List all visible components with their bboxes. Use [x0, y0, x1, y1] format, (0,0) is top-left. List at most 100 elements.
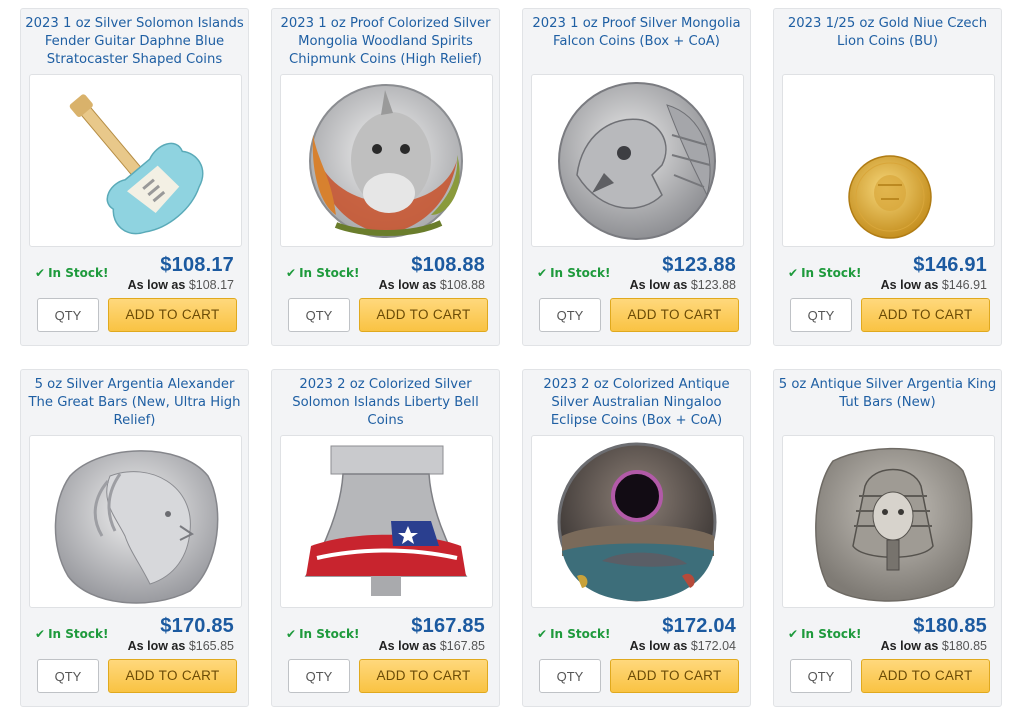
product-image-falcon[interactable]: [531, 74, 744, 247]
add-to-cart-button[interactable]: ADD TO CART: [861, 659, 990, 693]
low-price-value: $123.88: [690, 278, 736, 292]
product-card: 5 oz Silver Argentia Alexander The Great…: [20, 369, 249, 707]
low-price-line: As low as $172.04: [630, 639, 736, 653]
stock-text: In Stock!: [550, 627, 611, 641]
qty-input[interactable]: [288, 659, 350, 693]
qty-input[interactable]: [37, 298, 99, 332]
product-price: $108.17: [160, 254, 234, 276]
stock-text: In Stock!: [48, 266, 109, 280]
product-card: 5 oz Antique Silver Argentia King Tut Ba…: [773, 369, 1002, 707]
product-card: 2023 1 oz Silver Solomon Islands Fender …: [20, 8, 249, 346]
product-title-link[interactable]: 2023 2 oz Colorized Silver Solomon Islan…: [276, 376, 495, 432]
qty-input[interactable]: [790, 659, 852, 693]
product-title-link[interactable]: 5 oz Antique Silver Argentia King Tut Ba…: [778, 376, 997, 432]
low-price-label: As low as: [127, 639, 186, 653]
low-price-line: As low as $146.91: [881, 278, 987, 292]
product-title-link[interactable]: 2023 2 oz Colorized Antique Silver Austr…: [527, 376, 746, 432]
add-to-cart-button[interactable]: ADD TO CART: [359, 298, 488, 332]
product-image-guitar[interactable]: [29, 74, 242, 247]
low-price-value: $146.91: [941, 278, 987, 292]
product-price: $108.88: [411, 254, 485, 276]
low-price-label: As low as: [629, 639, 688, 653]
product-price: $170.85: [160, 615, 234, 637]
product-card: 2023 2 oz Colorized Silver Solomon Islan…: [271, 369, 500, 707]
eclipse-coin-image: [557, 442, 717, 602]
add-to-cart-button[interactable]: ADD TO CART: [108, 659, 237, 693]
product-image-liberty-bell[interactable]: [280, 435, 493, 608]
stock-status: ✔ In Stock!: [537, 266, 610, 280]
low-price-value: $108.88: [439, 278, 485, 292]
qty-input[interactable]: [539, 659, 601, 693]
king-tut-bar-image: [815, 447, 973, 602]
add-to-cart-button[interactable]: ADD TO CART: [610, 659, 739, 693]
product-image-eclipse[interactable]: [531, 435, 744, 608]
check-icon: ✔: [286, 266, 297, 280]
stock-status: ✔ In Stock!: [286, 266, 359, 280]
product-title-link[interactable]: 2023 1/25 oz Gold Niue Czech Lion Coins …: [778, 15, 997, 71]
stock-status: ✔ In Stock!: [35, 266, 108, 280]
add-to-cart-button[interactable]: ADD TO CART: [108, 298, 237, 332]
guitar-coin-image: [69, 94, 204, 235]
stock-status: ✔ In Stock!: [35, 627, 108, 641]
low-price-line: As low as $123.88: [630, 278, 736, 292]
low-price-label: As low as: [629, 278, 688, 292]
product-card: 2023 1/25 oz Gold Niue Czech Lion Coins …: [773, 8, 1002, 346]
product-image-lion[interactable]: [782, 74, 995, 247]
check-icon: ✔: [537, 266, 548, 280]
product-title-link[interactable]: 2023 1 oz Silver Solomon Islands Fender …: [25, 15, 244, 71]
check-icon: ✔: [35, 266, 46, 280]
stock-status: ✔ In Stock!: [537, 627, 610, 641]
low-price-label: As low as: [880, 278, 939, 292]
product-title-link[interactable]: 2023 1 oz Proof Silver Mongolia Falcon C…: [527, 15, 746, 71]
stock-text: In Stock!: [299, 627, 360, 641]
product-grid: 2023 1 oz Silver Solomon Islands Fender …: [0, 0, 1024, 711]
low-price-value: $167.85: [439, 639, 485, 653]
product-card: 2023 1 oz Proof Colorized Silver Mongoli…: [271, 8, 500, 346]
low-price-value: $172.04: [690, 639, 736, 653]
low-price-line: As low as $180.85: [881, 639, 987, 653]
chipmunk-coin-image: [309, 84, 463, 238]
qty-input[interactable]: [37, 659, 99, 693]
check-icon: ✔: [35, 627, 46, 641]
product-price: $180.85: [913, 615, 987, 637]
low-price-line: As low as $108.88: [379, 278, 485, 292]
liberty-bell-coin-image: [304, 445, 468, 596]
product-image-alexander[interactable]: [29, 435, 242, 608]
product-image-chipmunk[interactable]: [280, 74, 493, 247]
stock-text: In Stock!: [801, 266, 862, 280]
alexander-bar-image: [54, 450, 219, 604]
low-price-line: As low as $167.85: [379, 639, 485, 653]
add-to-cart-button[interactable]: ADD TO CART: [359, 659, 488, 693]
stock-text: In Stock!: [48, 627, 109, 641]
stock-status: ✔ In Stock!: [788, 627, 861, 641]
low-price-label: As low as: [880, 639, 939, 653]
stock-status: ✔ In Stock!: [286, 627, 359, 641]
stock-text: In Stock!: [299, 266, 360, 280]
product-image-king-tut[interactable]: [782, 435, 995, 608]
low-price-value: $108.17: [188, 278, 234, 292]
product-price: $172.04: [662, 615, 736, 637]
check-icon: ✔: [788, 627, 799, 641]
product-title-link[interactable]: 5 oz Silver Argentia Alexander The Great…: [25, 376, 244, 432]
add-to-cart-button[interactable]: ADD TO CART: [861, 298, 990, 332]
low-price-line: As low as $108.17: [128, 278, 234, 292]
stock-text: In Stock!: [801, 627, 862, 641]
product-price: $146.91: [913, 254, 987, 276]
qty-input[interactable]: [790, 298, 852, 332]
low-price-label: As low as: [378, 639, 437, 653]
check-icon: ✔: [286, 627, 297, 641]
falcon-coin-image: [558, 82, 716, 240]
low-price-value: $165.85: [188, 639, 234, 653]
product-title-link[interactable]: 2023 1 oz Proof Colorized Silver Mongoli…: [276, 15, 495, 71]
qty-input[interactable]: [539, 298, 601, 332]
qty-input[interactable]: [288, 298, 350, 332]
add-to-cart-button[interactable]: ADD TO CART: [610, 298, 739, 332]
low-price-label: As low as: [127, 278, 186, 292]
lion-gold-coin-image: [848, 155, 932, 239]
check-icon: ✔: [788, 266, 799, 280]
stock-status: ✔ In Stock!: [788, 266, 861, 280]
stock-text: In Stock!: [550, 266, 611, 280]
low-price-line: As low as $165.85: [128, 639, 234, 653]
low-price-value: $180.85: [941, 639, 987, 653]
check-icon: ✔: [537, 627, 548, 641]
